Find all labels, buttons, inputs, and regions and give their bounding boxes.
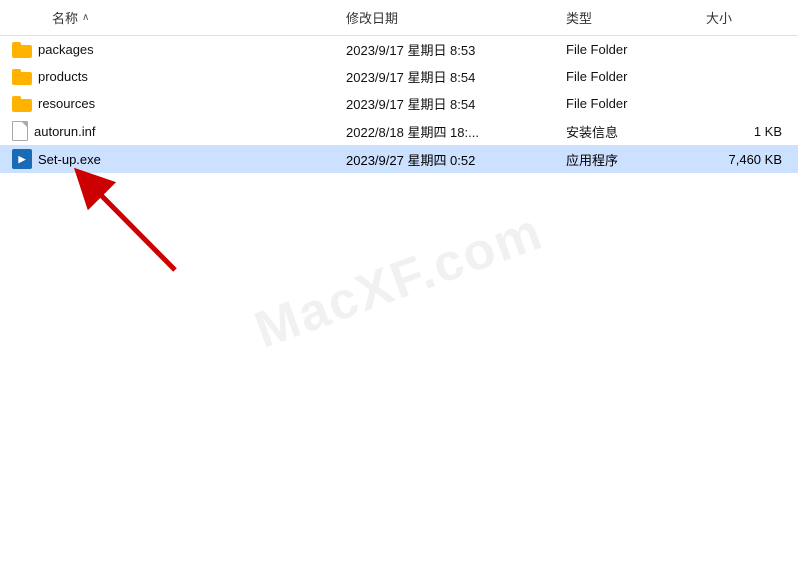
file-name-cell: packages (0, 39, 338, 61)
file-type: File Folder (558, 93, 698, 114)
file-size (698, 74, 798, 80)
folder-icon (12, 42, 32, 58)
table-row[interactable]: resources 2023/9/17 星期日 8:54 File Folder (0, 90, 798, 117)
file-name: resources (38, 96, 95, 111)
file-size: 1 KB (698, 121, 798, 142)
sort-arrow-icon: ∧ (82, 12, 89, 23)
file-type: File Folder (558, 39, 698, 60)
table-row[interactable]: ▶ Set-up.exe 2023/9/27 星期四 0:52 应用程序 7,4… (0, 145, 798, 173)
exe-icon: ▶ (12, 149, 32, 169)
col-name[interactable]: 名称 ∧ (12, 4, 338, 31)
file-size (698, 101, 798, 107)
table-header: 名称 ∧ 修改日期 类型 大小 (0, 0, 798, 36)
file-name: products (38, 69, 88, 84)
file-name-cell: products (0, 66, 338, 88)
file-modified: 2023/9/17 星期日 8:53 (338, 37, 558, 62)
table-row[interactable]: products 2023/9/17 星期日 8:54 File Folder (0, 63, 798, 90)
file-name-cell: autorun.inf (0, 118, 338, 144)
file-modified: 2023/9/17 星期日 8:54 (338, 64, 558, 89)
file-name: Set-up.exe (38, 152, 101, 167)
table-row[interactable]: packages 2023/9/17 星期日 8:53 File Folder (0, 36, 798, 63)
file-type: File Folder (558, 66, 698, 87)
file-explorer: 名称 ∧ 修改日期 类型 大小 packages 2023/9/17 星期日 8… (0, 0, 798, 562)
col-size[interactable]: 大小 (698, 4, 798, 31)
file-type: 安装信息 (558, 119, 698, 144)
file-modified: 2022/8/18 星期四 18:... (338, 119, 558, 144)
table-row[interactable]: autorun.inf 2022/8/18 星期四 18:... 安装信息 1 … (0, 117, 798, 145)
file-icon (12, 121, 28, 141)
folder-icon (12, 69, 32, 85)
file-modified: 2023/9/17 星期日 8:54 (338, 91, 558, 116)
file-name: autorun.inf (34, 124, 95, 139)
folder-icon (12, 96, 32, 112)
file-modified: 2023/9/27 星期四 0:52 (338, 147, 558, 172)
file-size (698, 47, 798, 53)
file-name: packages (38, 42, 94, 57)
col-type[interactable]: 类型 (558, 4, 698, 31)
file-name-cell: resources (0, 93, 338, 115)
file-name-cell: ▶ Set-up.exe (0, 146, 338, 172)
file-list: packages 2023/9/17 星期日 8:53 File Folder … (0, 36, 798, 562)
file-size: 7,460 KB (698, 149, 798, 170)
col-modified[interactable]: 修改日期 (338, 4, 558, 31)
file-type: 应用程序 (558, 147, 698, 172)
